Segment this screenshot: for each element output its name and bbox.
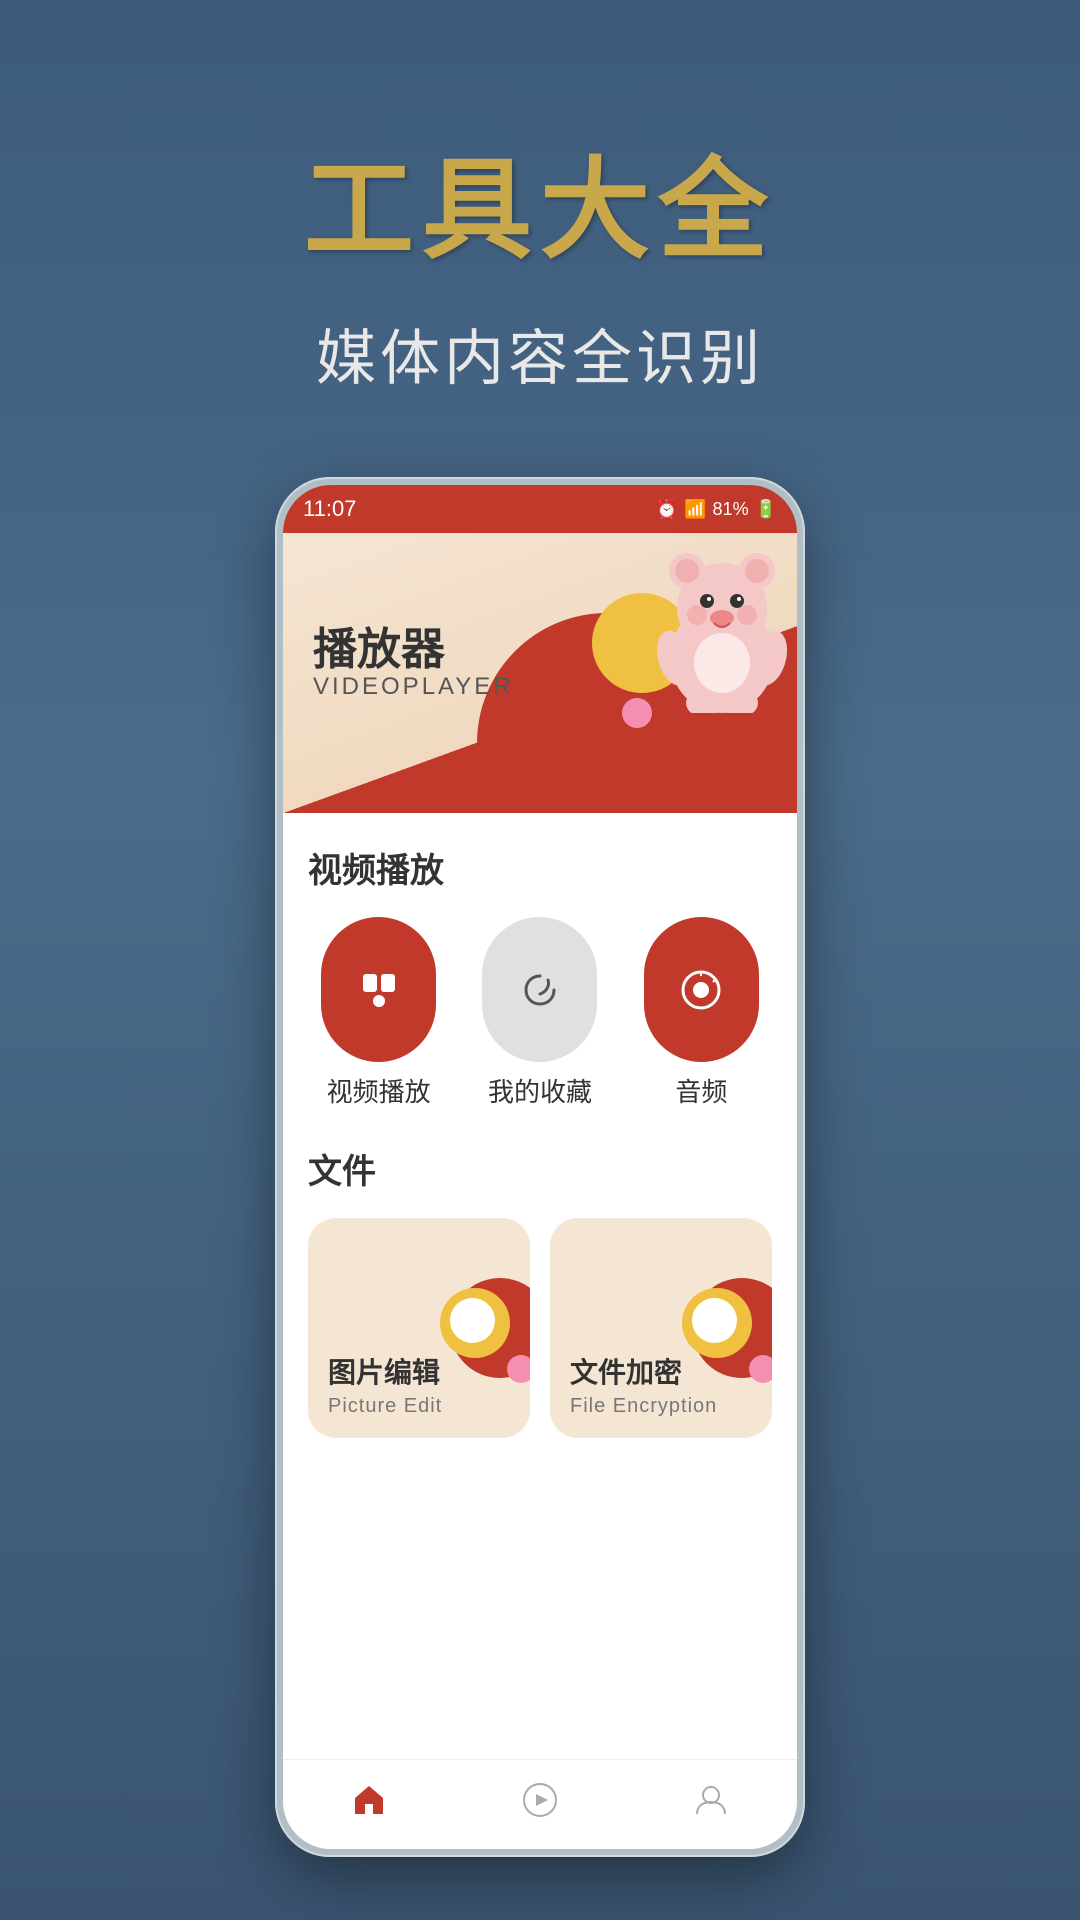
video-play-icon — [321, 917, 436, 1062]
card1-deco-pink — [507, 1355, 530, 1383]
page-title: 工具大全 — [304, 120, 776, 280]
file-section: 文件 图片编辑 Picture Edit — [308, 1144, 772, 1438]
video-play-button[interactable]: 视频播放 — [308, 917, 449, 1109]
file-encrypt-title: 文件加密 — [570, 1351, 752, 1391]
favorites-label: 我的收藏 — [488, 1072, 592, 1109]
audio-label: 音频 — [675, 1072, 727, 1109]
file-section-title: 文件 — [308, 1144, 772, 1193]
file-encrypt-subtitle: File Encryption — [570, 1395, 752, 1418]
favorites-button[interactable]: 我的收藏 — [469, 917, 610, 1109]
card1-deco-white — [450, 1298, 495, 1343]
picture-edit-title: 图片编辑 — [328, 1351, 510, 1391]
user-icon — [693, 1782, 729, 1827]
card2-deco-pink — [749, 1355, 772, 1383]
phone-frame: 11:07 ⏰ 📶 81% 🔋 — [275, 477, 805, 1857]
hero-deco-pink — [622, 698, 652, 728]
status-bar: 11:07 ⏰ 📶 81% 🔋 — [283, 485, 797, 533]
card2-deco-white — [692, 1298, 737, 1343]
nav-home[interactable] — [283, 1760, 454, 1849]
alarm-icon: ⏰ — [656, 499, 678, 520]
battery-indicator: 81% — [713, 499, 749, 520]
status-time: 11:07 — [303, 496, 356, 522]
audio-icon — [644, 917, 759, 1062]
nav-play[interactable] — [454, 1760, 625, 1849]
video-section-title: 视频播放 — [308, 843, 772, 892]
phone-inner: 11:07 ⏰ 📶 81% 🔋 — [283, 485, 797, 1849]
picture-edit-card[interactable]: 图片编辑 Picture Edit — [308, 1218, 530, 1438]
picture-edit-subtitle: Picture Edit — [328, 1395, 510, 1418]
battery-icon: 🔋 — [755, 499, 777, 520]
main-content: 视频播放 视频播放 — [283, 813, 797, 1759]
status-icons: ⏰ 📶 81% 🔋 — [656, 499, 777, 520]
bottom-nav — [283, 1759, 797, 1849]
hero-title-cn: 播放器 — [313, 613, 445, 677]
hero-section: 播放器 VIDEOPLAYER — [283, 533, 797, 813]
favorites-icon — [482, 917, 597, 1062]
video-play-label: 视频播放 — [327, 1072, 431, 1109]
home-icon — [351, 1782, 387, 1827]
page-subtitle: 媒体内容全识别 — [316, 310, 764, 397]
audio-button[interactable]: 音频 — [631, 917, 772, 1109]
hero-bear-illustration — [652, 543, 792, 713]
hero-title-en: VIDEOPLAYER — [313, 673, 514, 701]
signal-icon: 📶 — [684, 499, 706, 520]
play-icon — [522, 1782, 558, 1827]
nav-user[interactable] — [626, 1760, 797, 1849]
video-buttons-row: 视频播放 我的收藏 — [308, 917, 772, 1109]
file-cards-row: 图片编辑 Picture Edit 文件加密 File Encryption — [308, 1218, 772, 1438]
file-encrypt-card[interactable]: 文件加密 File Encryption — [550, 1218, 772, 1438]
